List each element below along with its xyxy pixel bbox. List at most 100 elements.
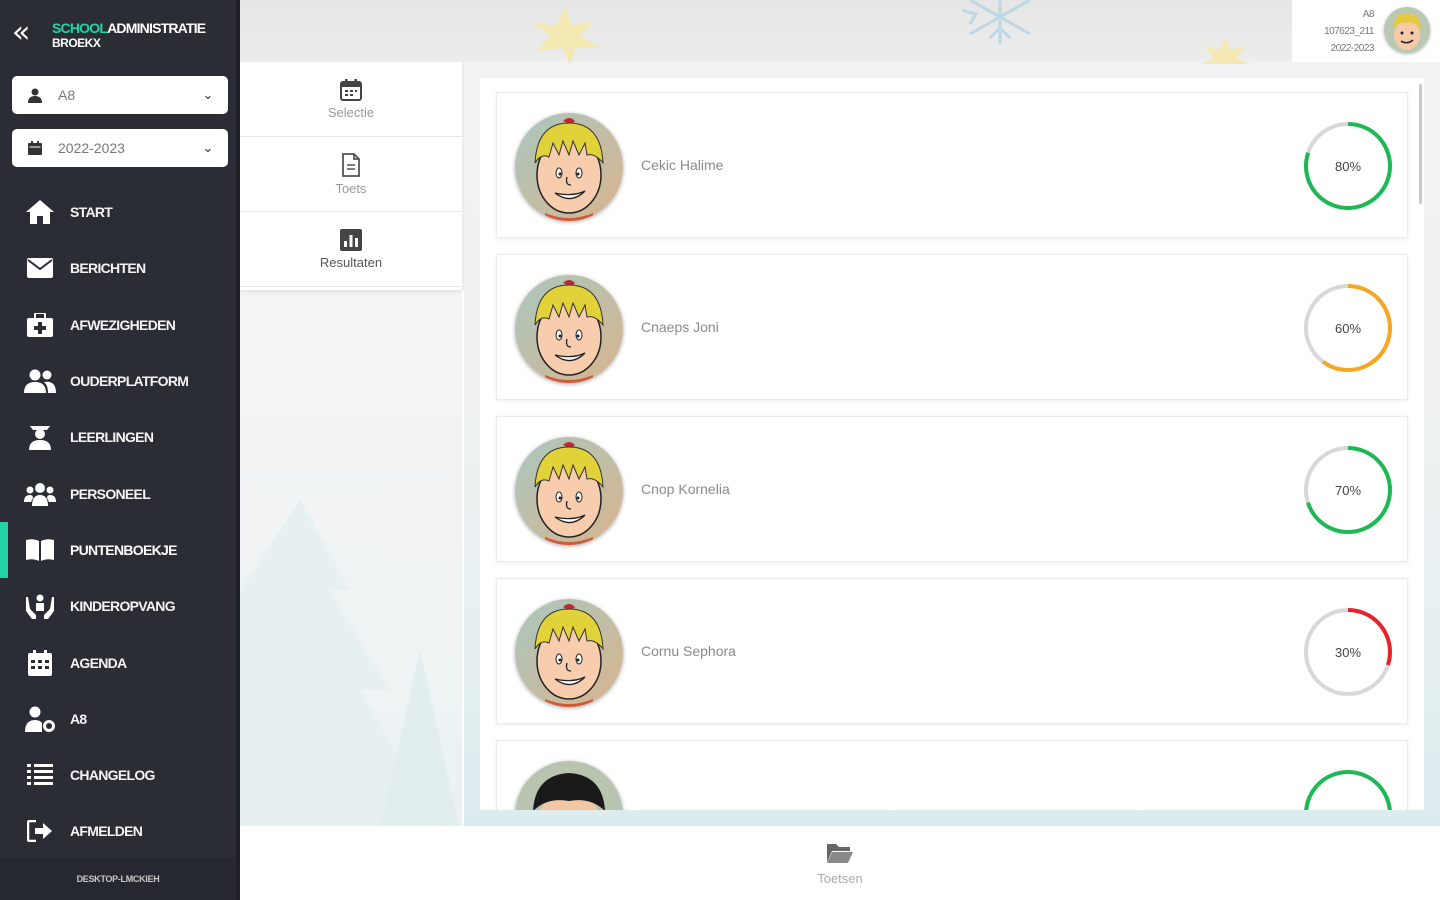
student-avatar (515, 761, 623, 810)
score-label: 70% (1335, 483, 1361, 498)
nav-item-start[interactable]: START (0, 184, 236, 240)
user-select-value: A8 (58, 87, 76, 103)
tab-toets[interactable]: Toets (240, 137, 462, 212)
student-icon (24, 423, 56, 451)
results-list[interactable]: Cekic Halime 80% Cnaeps Joni 60% Cnop Kornel… (480, 78, 1424, 810)
student-row[interactable] (496, 740, 1408, 810)
collapse-sidebar-icon[interactable]: « (12, 18, 46, 48)
users-icon (24, 367, 56, 395)
star-decoration-icon (1200, 38, 1250, 64)
envelope-icon (24, 254, 56, 282)
student-avatar (515, 113, 623, 221)
folder-icon (827, 844, 853, 863)
nav-item-puntenboekje[interactable]: PUNTENBOEKJE (0, 521, 236, 579)
calendar-icon (340, 78, 362, 101)
scrollbar[interactable] (1419, 84, 1422, 204)
chevron-down-icon: ⌄ (202, 140, 214, 156)
score-ring: 80% (1304, 122, 1392, 210)
student-row[interactable]: Cekic Halime 80% (496, 92, 1408, 238)
student-name: Cekic Halime (641, 157, 724, 173)
star-decoration-icon (532, 6, 600, 64)
user-icon (12, 76, 58, 114)
file-icon (342, 152, 360, 177)
home-icon (24, 198, 56, 226)
nav-item-changelog[interactable]: CHANGELOG (0, 747, 236, 803)
student-row[interactable]: Cnaeps Joni 60% (496, 254, 1408, 400)
score-ring-arc (1304, 770, 1392, 810)
score-ring (1304, 770, 1392, 810)
nav-label: AFWEZIGHEDEN (70, 316, 176, 333)
score-label: 80% (1335, 159, 1361, 174)
user-info[interactable]: A8 107623_211 2022-2023 (1292, 0, 1440, 62)
student-name: Cnaeps Joni (641, 319, 719, 335)
nav-label: PUNTENBOEKJE (70, 541, 177, 558)
staff-icon (24, 480, 56, 508)
nav-label: BERICHTEN (70, 260, 146, 277)
calendar-icon (12, 129, 58, 167)
score-label: 30% (1335, 645, 1361, 660)
student-row[interactable]: Cornu Sephora 30% (496, 578, 1408, 724)
view-tabs: Selectie Toets Resultaten (240, 62, 462, 290)
student-avatar (515, 599, 623, 707)
device-name: DESKTOP-LMCKIEH (0, 858, 236, 900)
nav-item-kinderopvang[interactable]: KINDEROPVANG (0, 578, 236, 634)
nav-item-personeel[interactable]: PERSONEEL (0, 465, 236, 521)
user-cog-icon (24, 705, 56, 733)
brand-sub: BROEKX (52, 36, 101, 50)
hands-icon (24, 592, 56, 620)
nav-item-afwezigheden[interactable]: AFWEZIGHEDEN (0, 297, 236, 353)
chart-icon (340, 228, 362, 251)
user-select[interactable]: A8 ⌄ (12, 76, 228, 114)
nav-item-a8[interactable]: A8 (0, 691, 236, 747)
tab-selectie[interactable]: Selectie (240, 62, 462, 137)
brand-accent: SCHOOL (52, 20, 108, 36)
student-avatar (515, 437, 623, 545)
bottom-bar: Toetsen (240, 826, 1440, 900)
nav-item-ouderplatform[interactable]: OUDERPLATFORM (0, 353, 236, 409)
tab-resultaten[interactable]: Resultaten (240, 212, 462, 287)
nav-item-afmelden[interactable]: AFMELDEN (0, 803, 236, 859)
user-year: 2022-2023 (1330, 43, 1375, 54)
main-nav: START BERICHTEN AFWEZIGHEDEN OUDERPLATFO… (0, 184, 236, 860)
score-ring: 60% (1304, 284, 1392, 372)
tabs-panel-background (240, 290, 464, 826)
student-avatar (515, 275, 623, 383)
nav-label: AGENDA (70, 654, 127, 671)
book-icon (24, 536, 56, 564)
snowflake-decoration-icon (961, 0, 1031, 44)
nav-label: OUDERPLATFORM (70, 373, 189, 390)
user-name: A8 (1362, 9, 1375, 20)
score-ring: 30% (1304, 608, 1392, 696)
year-select-value: 2022-2023 (58, 140, 125, 156)
score-ring-track (1304, 770, 1392, 810)
nav-label: CHANGELOG (70, 767, 155, 784)
nav-item-berichten[interactable]: BERICHTEN (0, 240, 236, 296)
user-code: 107623_211 (1324, 26, 1374, 37)
brand-main: ADMINISTRATIE (107, 20, 206, 36)
tab-toetsen[interactable]: Toetsen (800, 842, 880, 886)
tab-label: Resultaten (319, 254, 383, 270)
nav-label: START (70, 204, 113, 221)
student-row[interactable]: Cnop Kornelia 70% (496, 416, 1408, 562)
chevron-down-icon: ⌄ (202, 87, 214, 103)
student-name: Cornu Sephora (641, 643, 736, 659)
score-label: 60% (1335, 321, 1361, 336)
nav-label: PERSONEEL (70, 485, 151, 502)
tab-label: Toets (335, 180, 367, 196)
nav-item-leerlingen[interactable]: LEERLINGEN (0, 409, 236, 465)
list-icon (24, 761, 56, 789)
nav-label: KINDEROPVANG (70, 598, 176, 615)
year-select[interactable]: 2022-2023 ⌄ (12, 129, 228, 167)
bottom-tab-label: Toetsen (817, 871, 863, 886)
nav-item-agenda[interactable]: AGENDA (0, 634, 236, 690)
score-ring: 70% (1304, 446, 1392, 534)
sidebar: « SCHOOLADMINISTRATIE BROEKX A8 ⌄ 2022-2… (0, 0, 238, 900)
sign-out-icon (24, 817, 56, 845)
avatar[interactable] (1384, 7, 1430, 53)
brand: « SCHOOLADMINISTRATIE BROEKX (12, 14, 206, 60)
nav-label: AFMELDEN (70, 823, 143, 840)
medkit-icon (24, 311, 56, 339)
student-name: Cnop Kornelia (641, 481, 730, 497)
tab-label: Selectie (327, 104, 375, 120)
agenda-icon (24, 649, 56, 677)
